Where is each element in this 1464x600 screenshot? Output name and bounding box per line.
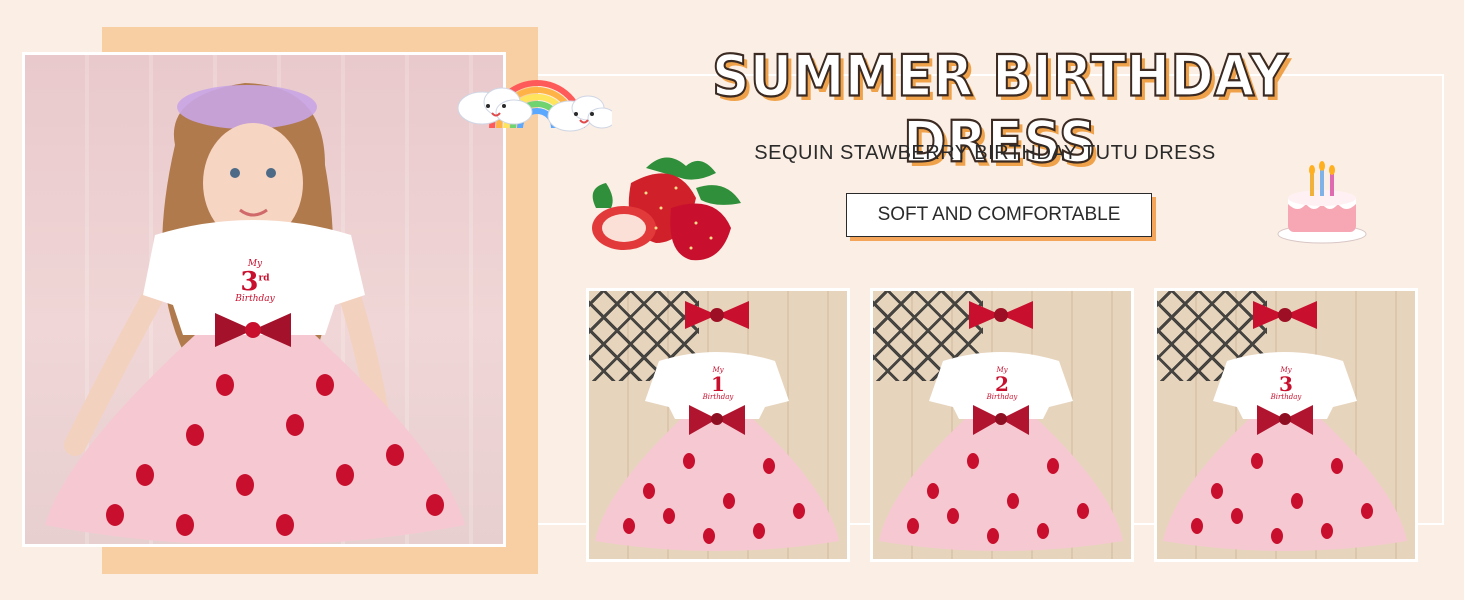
product-tile-2[interactable]: My 2 Birthday — [870, 288, 1134, 562]
dress-illustration — [595, 301, 839, 551]
shirt-number: 3 — [1279, 372, 1293, 396]
dress-illustration — [879, 301, 1123, 551]
shirt-print: My 1 Birthday — [698, 367, 738, 401]
strawberry-icon — [592, 157, 741, 261]
hero-shirt-suffix: rd — [258, 273, 270, 284]
hero-photo: My 3rd Birthday — [22, 52, 506, 547]
dress-illustration — [1163, 301, 1407, 551]
hair-bow-icon — [969, 301, 1033, 329]
hero-shirt-text-bottom: Birthday — [235, 294, 275, 304]
birthday-cake-icon — [1277, 161, 1367, 244]
rainbow-cloud-icon — [457, 80, 612, 132]
shirt-text-bottom: Birthday — [1270, 393, 1302, 401]
shirt-text-bottom: Birthday — [702, 393, 734, 401]
feature-badge: SOFT AND COMFORTABLE — [846, 193, 1152, 237]
product-tile-3[interactable]: My 3 Birthday — [1154, 288, 1418, 562]
shirt-number: 1 — [711, 372, 725, 396]
product-subtitle: SEQUIN STAWBERRY BIRTHDAY TUTU DRESS — [754, 142, 1216, 164]
hero-shirt-print: My 3rd Birthday — [230, 260, 280, 304]
shirt-print: My 2 Birthday — [982, 367, 1022, 401]
product-tile-1[interactable]: My 1 Birthday — [586, 288, 850, 562]
hero-shirt-number: 3 — [240, 267, 259, 297]
shirt-text-bottom: Birthday — [986, 393, 1018, 401]
shirt-print: My 3 Birthday — [1266, 367, 1306, 401]
hair-bow-icon — [1253, 301, 1317, 329]
shirt-number: 2 — [995, 372, 1009, 396]
hair-bow-icon — [685, 301, 749, 329]
